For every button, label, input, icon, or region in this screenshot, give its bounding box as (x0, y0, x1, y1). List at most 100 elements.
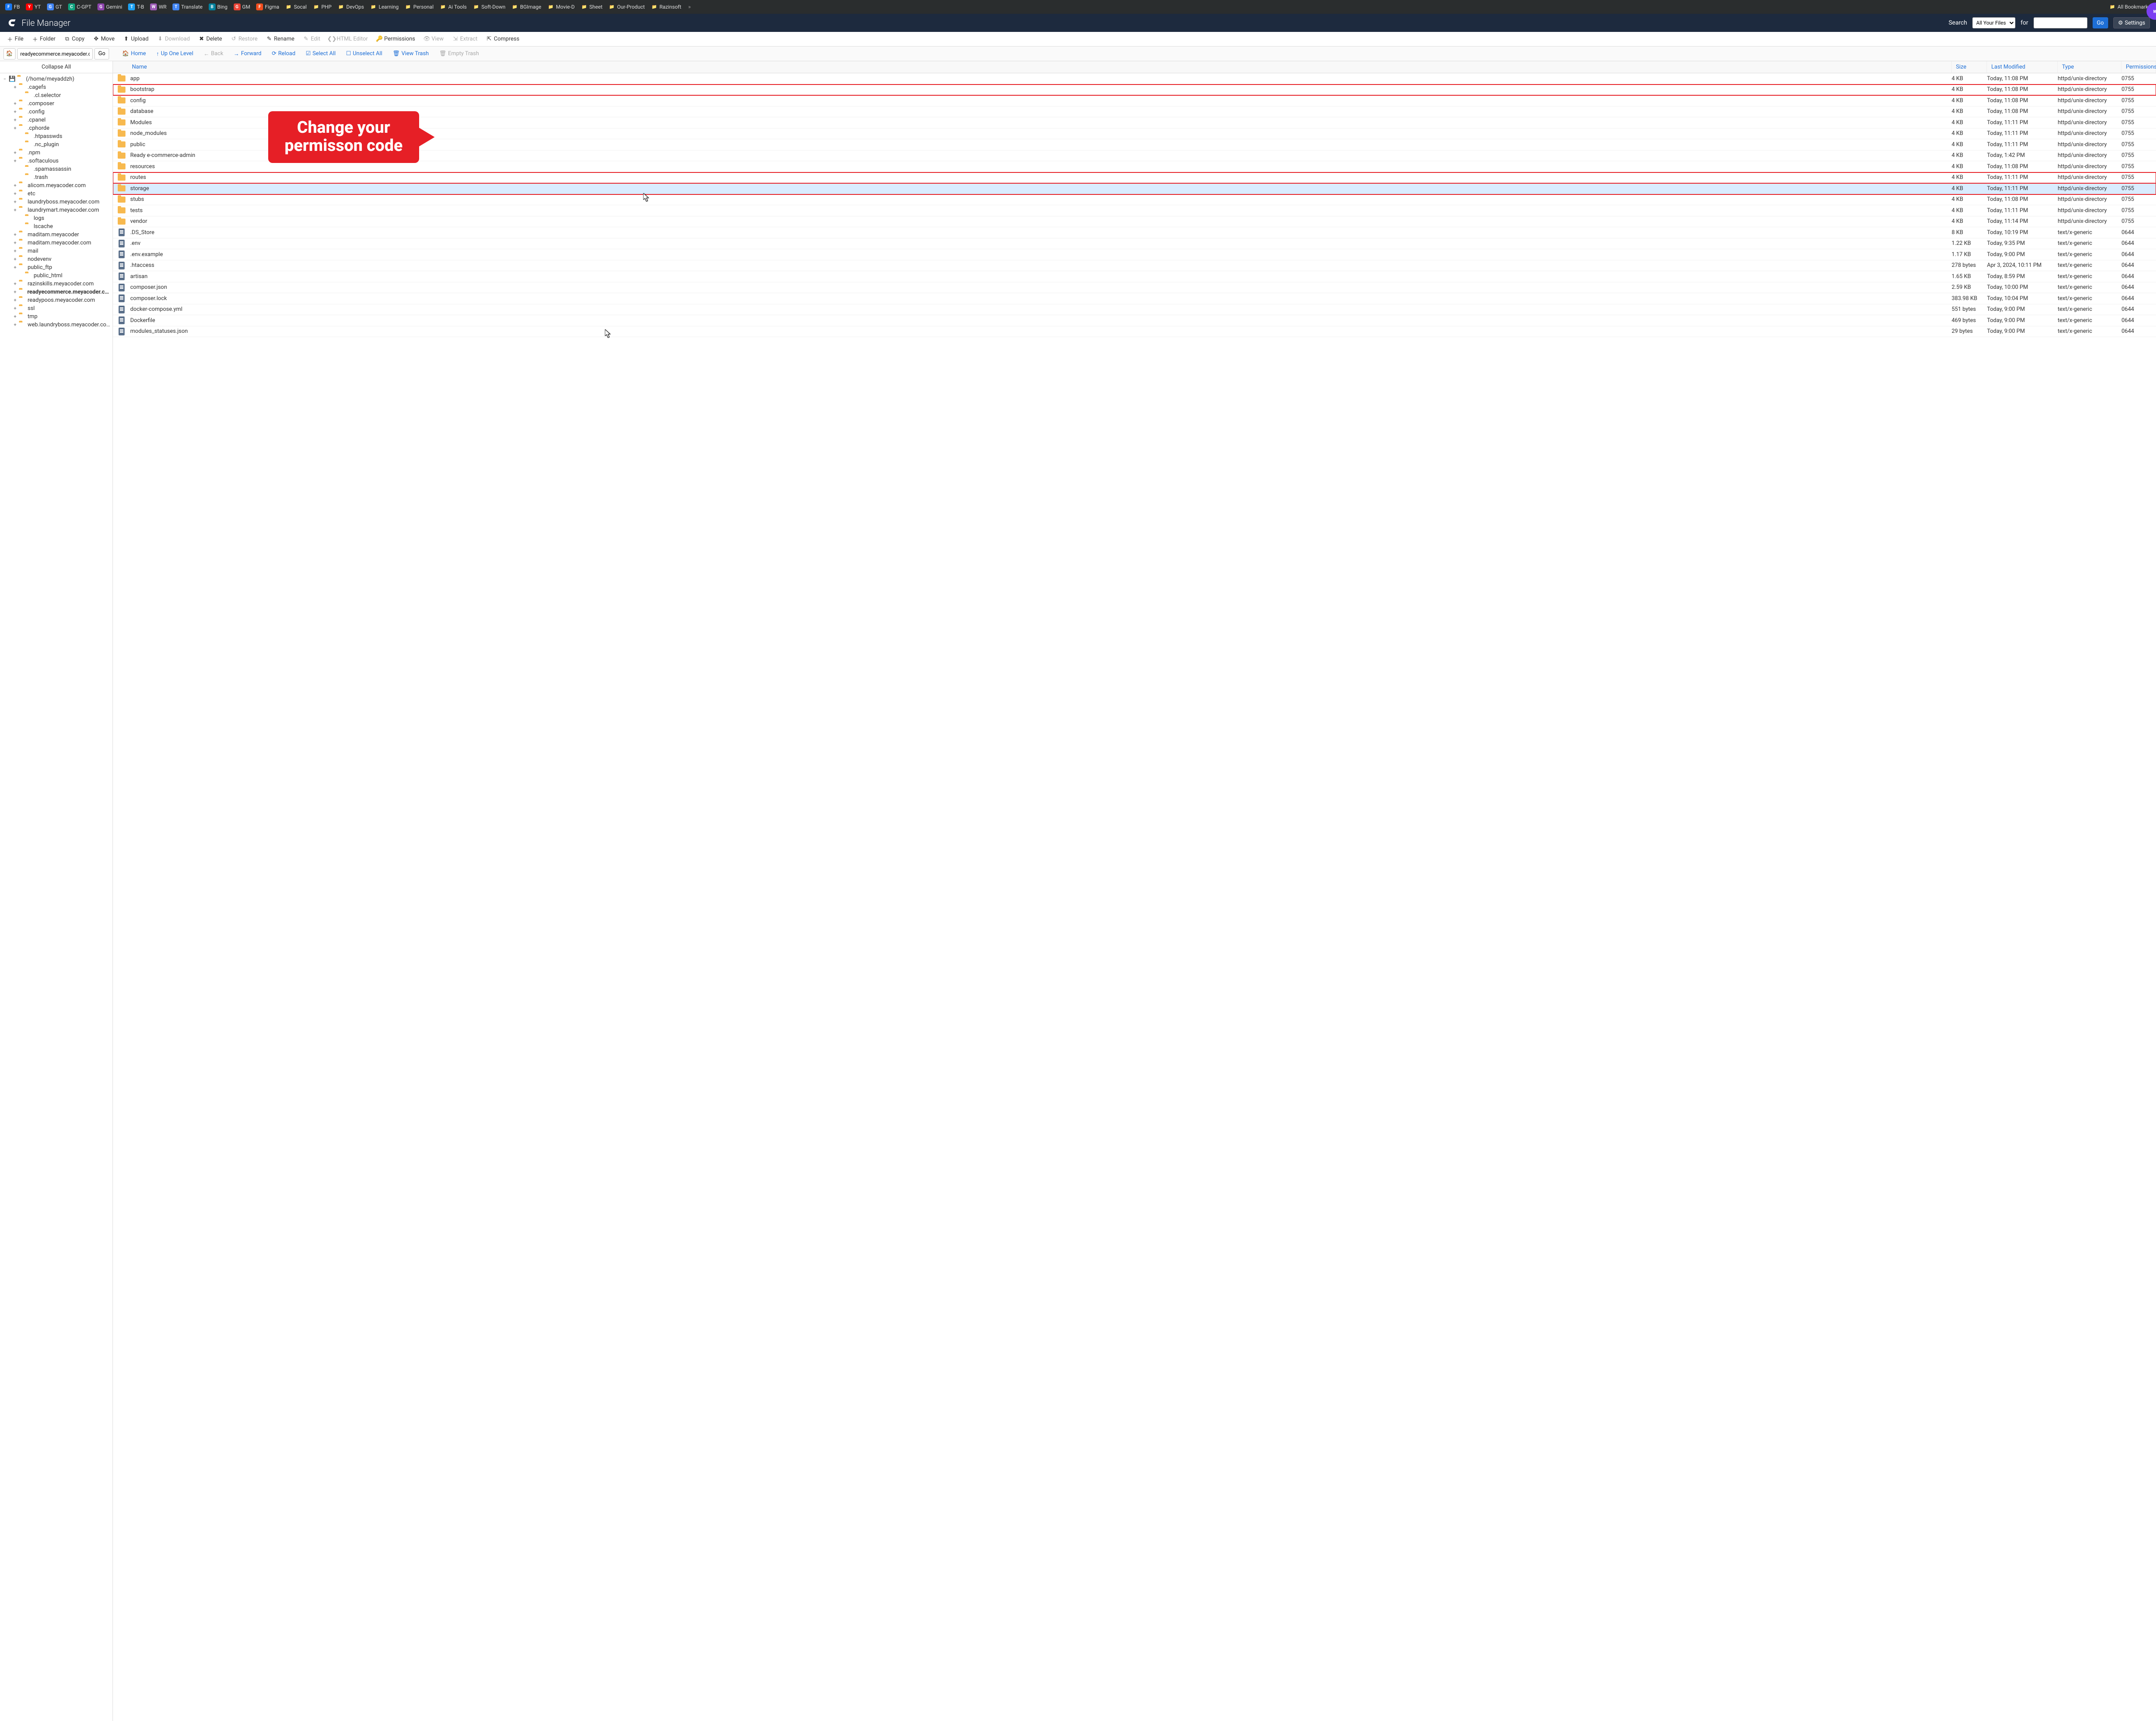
upload-button[interactable]: ⬆Upload (120, 34, 152, 44)
file-row[interactable]: app4 KBToday, 11:08 PMhttpd/unix-directo… (113, 73, 2156, 84)
bookmark-item[interactable]: 📁BGImage (509, 2, 544, 12)
forward-button[interactable]: →Forward (229, 49, 266, 59)
file-row[interactable]: .htaccess278 bytesApr 3, 2024, 10:11 PMt… (113, 260, 2156, 272)
file-row[interactable]: .DS_Store8 KBToday, 10:19 PMtext/x-gener… (113, 227, 2156, 238)
column-permissions[interactable]: Permissions (2122, 61, 2156, 73)
expand-icon[interactable]: + (12, 101, 18, 106)
nav-home-button[interactable]: 🏠Home (118, 49, 150, 59)
tree-item[interactable]: +public_ftp (0, 263, 113, 272)
bookmark-item[interactable]: 📁Learning (367, 2, 401, 12)
expand-icon[interactable]: + (12, 240, 18, 246)
view-button[interactable]: 👁View (420, 34, 447, 44)
download-button[interactable]: ⬇Download (154, 34, 193, 44)
expand-icon[interactable]: + (12, 191, 18, 197)
new-folder-button[interactable]: ＋Folder (28, 34, 59, 44)
tree-item[interactable]: +laundryboss.meyacoder.com (0, 198, 113, 206)
bookmark-item[interactable]: FFigma (254, 2, 282, 12)
home-icon-button[interactable]: 🏠 (3, 48, 16, 59)
bookmark-item[interactable]: CC-GPT (66, 2, 94, 12)
expand-icon[interactable]: + (12, 84, 18, 90)
up-one-level-button[interactable]: ↑Up One Level (152, 49, 197, 59)
file-row[interactable]: resources4 KBToday, 11:08 PMhttpd/unix-d… (113, 161, 2156, 172)
collapse-icon[interactable]: − (2, 76, 8, 82)
bookmark-item[interactable]: 📁Our-Product (606, 2, 647, 12)
file-row[interactable]: vendor4 KBToday, 11:14 PMhttpd/unix-dire… (113, 216, 2156, 228)
tree-item[interactable]: +alicom.meyacoder.com (0, 181, 113, 190)
tree-item[interactable]: .spamassassin (0, 165, 113, 173)
tree-item[interactable]: +razinskills.meyacoder.com (0, 280, 113, 288)
file-row[interactable]: database4 KBToday, 11:08 PMhttpd/unix-di… (113, 106, 2156, 118)
expand-icon[interactable]: + (12, 183, 18, 188)
file-row[interactable]: stubs4 KBToday, 11:08 PMhttpd/unix-direc… (113, 194, 2156, 206)
expand-icon[interactable]: + (12, 232, 18, 238)
tree-root[interactable]: − 💾 (/home/meyaddzh) (0, 75, 113, 83)
search-go-button[interactable]: Go (2093, 17, 2108, 28)
tree-item[interactable]: .htpasswds (0, 132, 113, 141)
bookmark-item[interactable]: 📁Soft-Down (470, 2, 508, 12)
bookmark-item[interactable]: 📁Sheet (578, 2, 605, 12)
tree-item[interactable]: +.cagefs (0, 83, 113, 91)
tree-item[interactable]: +laundrymart.meyacoder.com (0, 206, 113, 214)
tree-item[interactable]: public_html (0, 272, 113, 280)
file-row[interactable]: Ready e-commerce-admin4 KBToday, 1:42 PM… (113, 150, 2156, 162)
search-scope-select[interactable]: All Your Files (1972, 17, 2015, 28)
tree-item[interactable]: .trash (0, 173, 113, 181)
unselect-all-button[interactable]: ☐Unselect All (342, 49, 386, 59)
expand-icon[interactable]: + (12, 150, 18, 156)
bookmark-item[interactable]: 📁Personal (402, 2, 436, 12)
tree-item[interactable]: +readypoos.meyacoder.com (0, 296, 113, 304)
expand-icon[interactable]: + (12, 306, 18, 311)
column-size[interactable]: Size (1952, 61, 1987, 73)
path-go-button[interactable]: Go (94, 48, 109, 59)
tree-item[interactable]: lscache (0, 222, 113, 231)
bookmark-item[interactable]: 📁Ai Tools (437, 2, 470, 12)
file-row[interactable]: routes4 KBToday, 11:11 PMhttpd/unix-dire… (113, 172, 2156, 184)
tree-item[interactable]: +ssl (0, 304, 113, 313)
expand-icon[interactable]: + (12, 257, 18, 262)
file-row[interactable]: .env1.22 KBToday, 9:35 PMtext/x-generic0… (113, 238, 2156, 250)
file-row[interactable]: modules_statuses.json29 bytesToday, 9:00… (113, 326, 2156, 338)
expand-icon[interactable]: + (12, 281, 18, 287)
expand-icon[interactable]: + (12, 117, 18, 123)
expand-icon[interactable]: + (12, 158, 18, 164)
bookmark-item[interactable]: YYT (23, 2, 43, 12)
bookmark-item[interactable]: GGM (231, 2, 253, 12)
tree-item[interactable]: +.config (0, 108, 113, 116)
tree-item[interactable]: +tmp (0, 313, 113, 321)
bookmark-item[interactable]: BBing (206, 2, 230, 12)
view-trash-button[interactable]: 🗑View Trash (388, 49, 433, 59)
settings-button[interactable]: ⚙ Settings (2113, 17, 2150, 28)
expand-icon[interactable]: + (12, 248, 18, 254)
tree-item[interactable]: +maditam.meyacoder (0, 231, 113, 239)
expand-icon[interactable]: + (12, 265, 18, 270)
overflow-chevron-icon[interactable]: » (685, 4, 694, 10)
tree-item[interactable]: +.npm (0, 149, 113, 157)
permissions-button[interactable]: 🔑Permissions (373, 34, 419, 44)
file-row[interactable]: composer.json2.59 KBToday, 10:00 PMtext/… (113, 282, 2156, 294)
select-all-button[interactable]: ☑Select All (301, 49, 340, 59)
path-input[interactable] (17, 48, 93, 59)
bookmark-item[interactable]: TT-B (125, 2, 147, 12)
file-row[interactable]: composer.lock383.98 KBToday, 10:04 PMtex… (113, 293, 2156, 304)
rename-button[interactable]: ✎Rename (263, 34, 298, 44)
file-row[interactable]: tests4 KBToday, 11:11 PMhttpd/unix-direc… (113, 205, 2156, 216)
search-input[interactable] (2034, 17, 2087, 28)
bookmark-item[interactable]: WWR (147, 2, 169, 12)
bookmark-item[interactable]: GGT (44, 2, 65, 12)
restore-button[interactable]: ↺Restore (227, 34, 261, 44)
expand-icon[interactable]: + (12, 109, 18, 115)
tree-item[interactable]: +.composer (0, 100, 113, 108)
copy-button[interactable]: ⧉Copy (61, 34, 88, 44)
expand-icon[interactable]: + (12, 314, 18, 319)
tree-item[interactable]: +.cphorde (0, 124, 113, 132)
file-row[interactable]: .env.example1.17 KBToday, 9:00 PMtext/x-… (113, 249, 2156, 260)
tree-item[interactable]: +nodevenv (0, 255, 113, 263)
bookmark-item[interactable]: GGemini (95, 2, 125, 12)
file-row[interactable]: storage4 KBToday, 11:11 PMhttpd/unix-dir… (113, 183, 2156, 194)
reload-button[interactable]: ⟳Reload (267, 49, 300, 59)
tree-item[interactable]: +etc (0, 190, 113, 198)
tree-item[interactable]: +readyecommerce.meyacoder.com (0, 288, 113, 296)
column-type[interactable]: Type (2058, 61, 2122, 73)
compress-button[interactable]: ⇱Compress (483, 34, 523, 44)
empty-trash-button[interactable]: 🗑Empty Trash (435, 49, 483, 59)
